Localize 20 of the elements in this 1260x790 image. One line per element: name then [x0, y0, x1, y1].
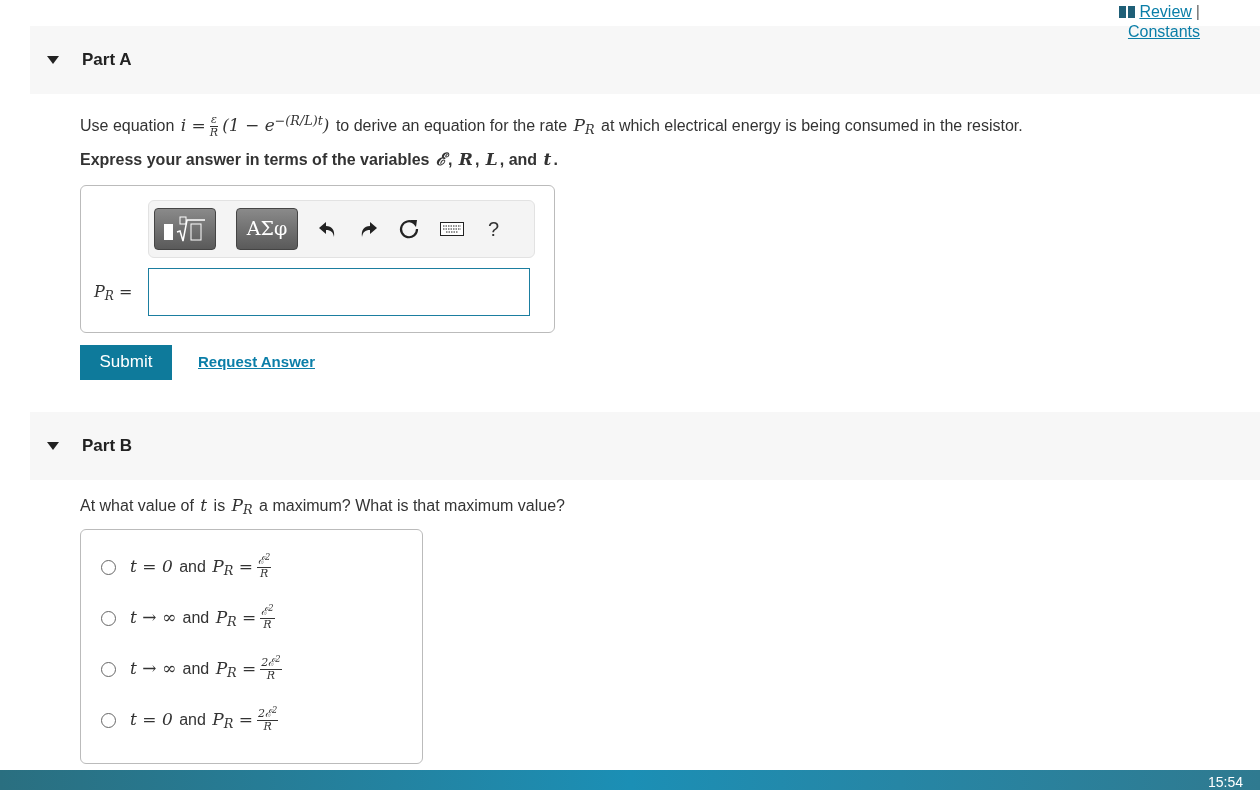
- review-link[interactable]: Review: [1139, 2, 1192, 22]
- collapse-triangle-icon[interactable]: [47, 441, 59, 450]
- request-answer-link[interactable]: Request Answer: [198, 350, 315, 374]
- part-title[interactable]: Part B: [82, 432, 133, 459]
- templates-button[interactable]: [154, 207, 216, 250]
- reset-icon[interactable]: [398, 217, 420, 240]
- help-button[interactable]: ?: [484, 213, 504, 244]
- separator-text: |: [1195, 2, 1200, 22]
- book-icon: [1119, 6, 1136, 18]
- keyboard-icon[interactable]: [440, 221, 464, 236]
- symbols-button[interactable]: ΑΣφ: [236, 207, 298, 250]
- answer-field[interactable]: [148, 267, 530, 316]
- constants-link[interactable]: Constants: [1127, 20, 1200, 44]
- instruction-text: Express your answer in terms of the variables ℰ, R, L, and t.: [80, 148, 559, 171]
- part-title[interactable]: Part A: [82, 47, 132, 73]
- question-text: At what value of t is P$_{R}$ a maximum? What is that maximum value?: [80, 493, 566, 519]
- answer-label: P$_{R}$ =: [93, 280, 134, 304]
- submit-button[interactable]: Submit: [80, 344, 172, 380]
- clock: 15:54: [1207, 775, 1243, 789]
- collapse-triangle-icon[interactable]: [47, 56, 59, 64]
